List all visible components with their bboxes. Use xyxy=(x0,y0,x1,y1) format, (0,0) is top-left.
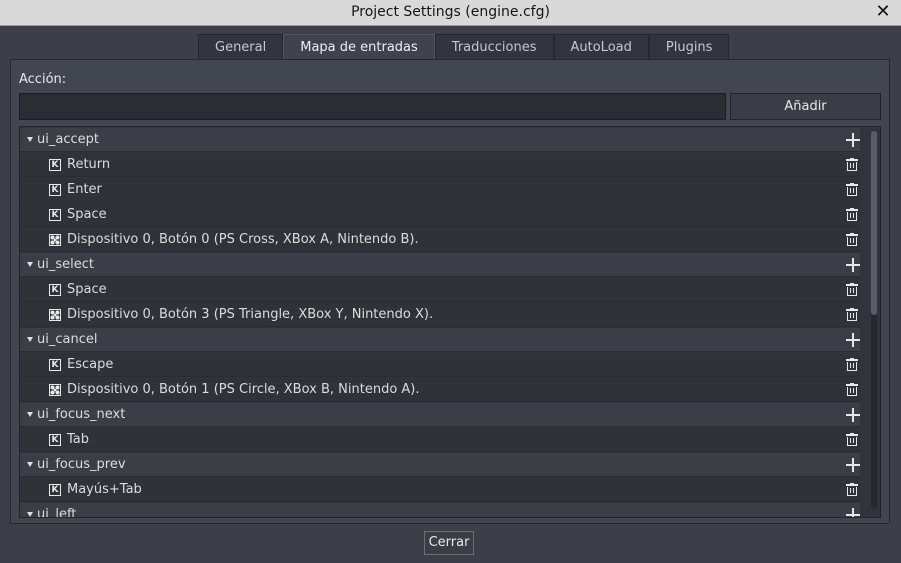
action-name: ui_focus_next xyxy=(37,407,126,422)
action-label: Acción: xyxy=(19,72,67,87)
add-event-plus-icon[interactable] xyxy=(846,508,860,517)
input-event-label: Enter xyxy=(67,182,102,197)
action-tree[interactable]: ui_left K Mayús+Tab ui_focus_prev K Tab ui_foc… xyxy=(19,126,881,518)
action-name: ui_accept xyxy=(37,132,99,147)
action-group-row[interactable]: ui_focus_prev xyxy=(20,453,860,477)
remove-event-trash-icon[interactable] xyxy=(846,283,858,296)
collapse-arrow-icon[interactable] xyxy=(27,412,33,417)
input-event-label: Tab xyxy=(67,432,90,447)
input-event-label: Dispositivo 0, Botón 1 (PS Circle, XBox … xyxy=(67,382,420,397)
remove-event-trash-icon[interactable] xyxy=(846,383,858,396)
action-group-row[interactable]: ui_left xyxy=(20,503,860,518)
input-event-label: Dispositivo 0, Botón 0 (PS Cross, XBox A… xyxy=(67,232,419,247)
keyboard-icon: K xyxy=(49,158,61,171)
keyboard-icon: K xyxy=(49,283,61,296)
add-event-plus-icon[interactable] xyxy=(846,133,860,147)
input-event-row[interactable]: K Space xyxy=(20,278,860,302)
settings-tabs: General Mapa de entradas Traducciones Au… xyxy=(198,34,730,59)
remove-event-trash-icon[interactable] xyxy=(846,483,858,496)
action-group-row[interactable]: ui_focus_next xyxy=(20,403,860,427)
collapse-arrow-icon[interactable] xyxy=(27,137,33,142)
input-event-row[interactable]: K Escape xyxy=(20,353,860,377)
tree-scrollbar[interactable] xyxy=(871,131,877,509)
action-name: ui_cancel xyxy=(37,332,98,347)
collapse-arrow-icon[interactable] xyxy=(27,262,33,267)
input-event-row[interactable]: K Enter xyxy=(20,178,860,202)
input-event-label: Mayús+Tab xyxy=(67,482,142,497)
action-group-row[interactable]: ui_cancel xyxy=(20,328,860,352)
collapse-arrow-icon[interactable] xyxy=(27,337,33,342)
add-event-plus-icon[interactable] xyxy=(846,258,860,272)
add-event-plus-icon[interactable] xyxy=(846,408,860,422)
tree-scrollbar-thumb[interactable] xyxy=(871,131,877,315)
joypad-icon xyxy=(49,308,61,321)
remove-event-trash-icon[interactable] xyxy=(846,358,858,371)
tab-general[interactable]: General xyxy=(198,34,284,59)
keyboard-icon: K xyxy=(49,183,61,196)
tab-autoload[interactable]: AutoLoad xyxy=(553,34,649,59)
collapse-arrow-icon[interactable] xyxy=(27,512,33,517)
window-titlebar: Project Settings (engine.cfg) ✕ xyxy=(0,0,901,26)
action-group-row[interactable]: ui_accept xyxy=(20,128,860,152)
input-event-row[interactable]: Dispositivo 0, Botón 0 (PS Cross, XBox A… xyxy=(20,228,860,252)
input-event-label: Dispositivo 0, Botón 3 (PS Triangle, XBo… xyxy=(67,307,434,322)
keyboard-icon: K xyxy=(49,208,61,221)
keyboard-icon: K xyxy=(49,483,61,496)
input-event-label: Escape xyxy=(67,357,114,372)
action-group-row[interactable]: ui_select xyxy=(20,253,860,277)
window-title: Project Settings (engine.cfg) xyxy=(351,4,550,20)
remove-event-trash-icon[interactable] xyxy=(846,308,858,321)
tab-translations[interactable]: Traducciones xyxy=(434,34,554,59)
input-event-row[interactable]: K Return xyxy=(20,153,860,177)
joypad-icon xyxy=(49,383,61,396)
close-dialog-button[interactable]: Cerrar xyxy=(424,531,474,555)
input-map-panel: Acción: Añadir ui_left K Mayús+Tab ui_focus… xyxy=(10,59,890,524)
input-event-row[interactable]: K Tab xyxy=(20,428,860,452)
input-event-label: Return xyxy=(67,157,111,172)
input-event-row[interactable]: Dispositivo 0, Botón 1 (PS Circle, XBox … xyxy=(20,378,860,402)
action-name-input[interactable] xyxy=(19,93,726,120)
joypad-icon xyxy=(49,233,61,246)
input-event-label: Space xyxy=(67,207,107,222)
add-event-plus-icon[interactable] xyxy=(846,333,860,347)
remove-event-trash-icon[interactable] xyxy=(846,183,858,196)
add-action-button[interactable]: Añadir xyxy=(730,93,881,120)
input-event-row[interactable]: Dispositivo 0, Botón 3 (PS Triangle, XBo… xyxy=(20,303,860,327)
collapse-arrow-icon[interactable] xyxy=(27,462,33,467)
input-event-row[interactable]: K Space xyxy=(20,203,860,227)
window-close-button[interactable]: ✕ xyxy=(873,2,893,22)
add-event-plus-icon[interactable] xyxy=(846,458,860,472)
remove-event-trash-icon[interactable] xyxy=(846,433,858,446)
tab-plugins[interactable]: Plugins xyxy=(648,34,730,59)
action-name: ui_left xyxy=(37,507,77,518)
remove-event-trash-icon[interactable] xyxy=(846,233,858,246)
keyboard-icon: K xyxy=(49,358,61,371)
input-event-row[interactable]: K Mayús+Tab xyxy=(20,478,860,502)
tab-input-map[interactable]: Mapa de entradas xyxy=(283,34,435,59)
keyboard-icon: K xyxy=(49,433,61,446)
remove-event-trash-icon[interactable] xyxy=(846,158,858,171)
input-event-label: Space xyxy=(67,282,107,297)
remove-event-trash-icon[interactable] xyxy=(846,208,858,221)
action-name: ui_focus_prev xyxy=(37,457,126,472)
action-name: ui_select xyxy=(37,257,94,272)
